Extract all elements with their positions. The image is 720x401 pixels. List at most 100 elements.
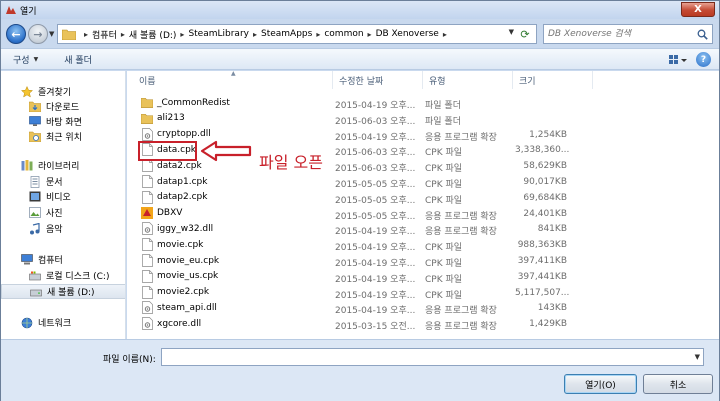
file-name-cell: movie.cpk (141, 238, 203, 252)
forward-button[interactable]: → (28, 24, 48, 44)
file-size: 988,363KB (517, 240, 567, 251)
nav-item-label: 사진 (46, 209, 63, 219)
file-size: 3,338,360... (515, 145, 570, 156)
dll-icon (141, 222, 153, 236)
crumb-separator[interactable]: ▸ (180, 30, 184, 39)
file-date: 2015-05-05 오후... (335, 195, 416, 206)
breadcrumb: 컴퓨터 ▸ 새 볼륨 (D:) ▸ SteamLibrary ▸ SteamApps ▸ com… (92, 28, 451, 41)
open-file-dialog: 열기 X ← → ▼ ▸ 컴퓨터 ▸ 새 볼륨 (D:) ▸ SteamLibrary ▸… (0, 0, 720, 401)
chevron-down-icon[interactable]: ▼ (695, 353, 700, 361)
file-name: iggy_w32.dll (157, 223, 214, 234)
drive-d-icon (30, 286, 42, 298)
back-button[interactable]: ← (6, 24, 26, 44)
file-row[interactable]: iggy_w32.dll 2015-04-19 오후... 응용 프로그램 확장 84… (127, 221, 719, 237)
file-type: 응용 프로그램 확장 (425, 132, 497, 143)
nav-item[interactable]: 로컬 디스크 (C:) (1, 268, 125, 283)
file-size: 143KB (537, 303, 567, 314)
breadcrumb-item[interactable]: 컴퓨터 (92, 28, 117, 41)
file-date: 2015-04-19 오후... (335, 274, 416, 285)
crumb-separator[interactable]: ▸ (316, 30, 320, 39)
nav-item[interactable]: 라이브러리 (1, 158, 125, 173)
file-row[interactable]: ali213 2015-06-03 오후... 파일 폴더 (127, 111, 719, 127)
window-title: 열기 (20, 6, 37, 17)
view-icon (669, 54, 687, 64)
nav-item[interactable]: 컴퓨터 (1, 252, 125, 267)
file-type: 응용 프로그램 확장 (425, 211, 497, 222)
file-row[interactable]: datap2.cpk 2015-05-05 오후... CPK 파일 69,684KB (127, 190, 719, 206)
crumb-separator[interactable]: ▸ (121, 30, 125, 39)
file-row[interactable]: datap1.cpk 2015-05-05 오후... CPK 파일 90,017KB (127, 174, 719, 190)
crumb-separator[interactable]: ▸ (443, 30, 447, 39)
new-folder-button[interactable]: 새 폴더 (64, 53, 92, 66)
file-row[interactable]: movie2.cpk 2015-04-19 오후... CPK 파일 5,117,50… (127, 285, 719, 301)
nav-item[interactable]: 새 볼륨 (D:) (1, 284, 125, 299)
file-size: 24,401KB (523, 208, 567, 219)
cancel-button[interactable]: 취소 (643, 374, 713, 394)
back-arrow-icon: ← (11, 27, 21, 41)
file-date: 2015-06-03 오후... (335, 116, 416, 127)
nav-item[interactable]: 문서 (1, 174, 125, 189)
breadcrumb-item[interactable]: 새 볼륨 (D:) (129, 28, 177, 41)
file-row[interactable]: DBXV 2015-05-05 오후... 응용 프로그램 확장 24,401KB (127, 206, 719, 222)
column-header-name[interactable]: 이름 ▲ (127, 71, 333, 89)
nav-item[interactable]: 다운로드 (1, 99, 125, 114)
filename-combobox[interactable]: ▼ (161, 348, 704, 366)
nav-item-label: 다운로드 (46, 103, 80, 113)
address-dropdown[interactable]: ▼ (509, 28, 514, 36)
search-icon[interactable] (697, 29, 708, 40)
address-bar[interactable]: ▸ 컴퓨터 ▸ 새 볼륨 (D:) ▸ SteamLibrary ▸ SteamApps ▸ c… (57, 24, 537, 44)
star-icon (21, 85, 33, 98)
column-size-label: 크기 (519, 76, 536, 87)
crumb-separator[interactable]: ▸ (368, 30, 372, 39)
breadcrumb-item[interactable]: SteamApps (261, 29, 312, 39)
recent-pages-dropdown[interactable]: ▼ (49, 30, 54, 38)
file-row[interactable]: movie_eu.cpk 2015-04-19 오후... CPK 파일 397,41… (127, 253, 719, 269)
nav-item[interactable]: 비디오 (1, 189, 125, 204)
title-bar: 열기 X (1, 1, 719, 19)
file-row[interactable]: movie_us.cpk 2015-04-19 오후... CPK 파일 397,44… (127, 269, 719, 285)
file-type: CPK 파일 (425, 274, 463, 285)
crumb-separator[interactable]: ▸ (84, 30, 88, 39)
file-size: 841KB (537, 224, 567, 235)
filename-label: 파일 이름(N): (103, 355, 156, 365)
breadcrumb-item[interactable]: DB Xenoverse (376, 29, 439, 39)
file-row[interactable]: steam_api.dll 2015-04-19 오후... 응용 프로그램 확장 1… (127, 300, 719, 316)
file-date: 2015-04-19 오후... (335, 306, 416, 317)
folder-icon (62, 29, 76, 40)
close-button[interactable]: X (681, 2, 715, 17)
open-button[interactable]: 열기(O) (564, 374, 637, 394)
refresh-icon[interactable]: ⟳ (517, 26, 533, 42)
file-row[interactable]: movie.cpk 2015-04-19 오후... CPK 파일 988,363KB (127, 237, 719, 253)
file-name: _CommonRedist (157, 97, 230, 108)
help-button[interactable]: ? (696, 52, 711, 67)
computer-icon (21, 254, 33, 266)
filename-input[interactable] (162, 349, 682, 365)
breadcrumb-item[interactable]: common (324, 29, 363, 39)
nav-item-label: 라이브러리 (38, 162, 80, 172)
view-options-button[interactable] (667, 53, 689, 67)
file-row[interactable]: xgcore.dll 2015-03-15 오전... 응용 프로그램 확장 1,42… (127, 316, 719, 332)
search-box[interactable] (543, 24, 713, 44)
file-row[interactable]: _CommonRedist 2015-04-19 오후... 파일 폴더 (127, 95, 719, 111)
search-input[interactable] (544, 29, 694, 39)
nav-item[interactable]: 최근 위치 (1, 129, 125, 144)
file-icon (141, 190, 153, 204)
file-icon (141, 285, 153, 299)
nav-item[interactable]: 바탕 화면 (1, 114, 125, 129)
file-name-cell: datap2.cpk (141, 190, 208, 204)
file-name: data2.cpk (157, 160, 202, 171)
nav-item[interactable]: 사진 (1, 205, 125, 220)
file-name: datap2.cpk (157, 192, 208, 203)
file-name-cell: cryptopp.dll (141, 127, 211, 141)
crumb-separator[interactable]: ▸ (253, 30, 257, 39)
breadcrumb-item[interactable]: SteamLibrary (188, 29, 249, 39)
column-header-date[interactable]: 수정한 날짜 (333, 71, 423, 89)
column-name-label: 이름 (139, 76, 156, 87)
nav-item[interactable]: 네트워크 (1, 315, 125, 330)
nav-item[interactable]: 즐겨찾기 (1, 84, 125, 99)
column-header-type[interactable]: 유형 (423, 71, 513, 89)
organize-button[interactable]: 구성 ▼ (13, 53, 38, 66)
organize-label: 구성 (13, 55, 30, 66)
nav-item[interactable]: 음악 (1, 221, 125, 236)
column-header-size[interactable]: 크기 (513, 71, 593, 89)
